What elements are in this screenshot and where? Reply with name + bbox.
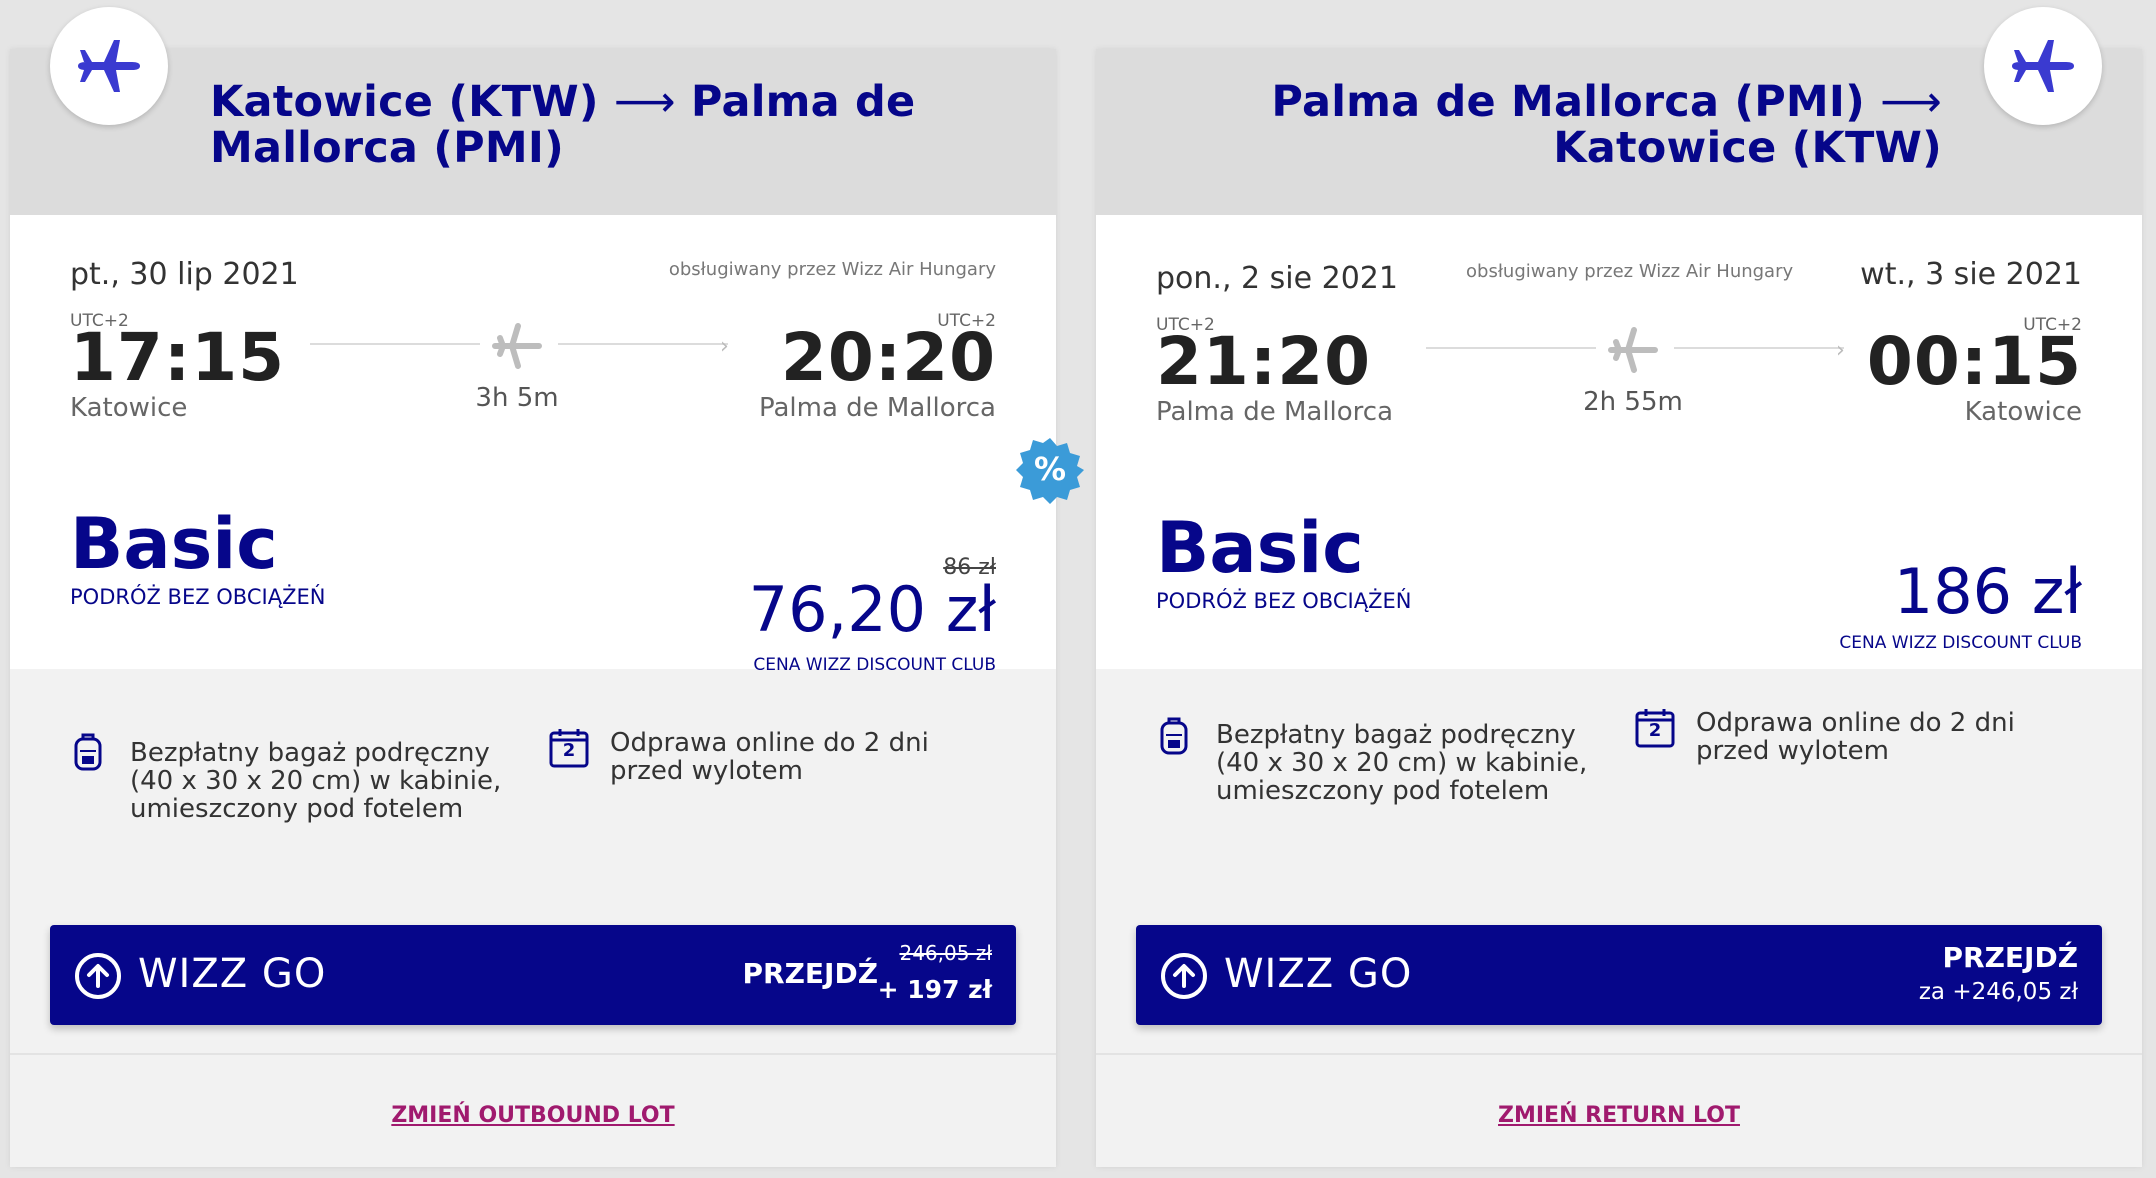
wizz-go-label: WIZZ GO — [138, 951, 327, 997]
route-origin: Katowice (KTW) — [210, 77, 599, 127]
wizz-go-old-price: 246,05 zł — [899, 941, 992, 965]
operated-by: obsługiwany przez Wizz Air Hungary — [1466, 261, 1794, 282]
return-route-title: Palma de Mallorca (PMI) ⟶ Katowice (KTW) — [1122, 79, 1942, 171]
fare-subtitle: PODRÓŻ BEZ OBCIĄŻEŃ — [70, 585, 326, 609]
fare-subtitle: PODRÓŻ BEZ OBCIĄŻEŃ — [1156, 589, 1412, 613]
discount-symbol: % — [1033, 450, 1067, 488]
outbound-route-title: Katowice (KTW) ⟶ Palma de Mallorca (PMI) — [210, 79, 1030, 171]
wizz-go-button[interactable]: WIZZ GO PRZEJDŹ za +246,05 zł — [1136, 925, 2102, 1025]
departure-time: 21:20 — [1156, 323, 1372, 400]
arrival-city: Katowice — [1964, 397, 2082, 427]
return-times: pon., 2 sie 2021 obsługiwany przez Wizz … — [1096, 215, 2142, 463]
change-outbound-link[interactable]: ZMIEŃ OUTBOUND LOT — [10, 1103, 1056, 1128]
price-subtitle: CENA WIZZ DISCOUNT CLUB — [1839, 633, 2082, 653]
fare-price: 76,20 zł — [748, 573, 996, 646]
calendar-icon: 2 — [548, 727, 590, 773]
route-destination: Katowice (KTW) — [1553, 123, 1942, 173]
route-origin: Palma de Mallorca (PMI) — [1271, 77, 1865, 127]
operated-by: obsługiwany przez Wizz Air Hungary — [668, 259, 996, 280]
timeline-right — [558, 343, 728, 345]
timeline-right — [1674, 347, 1844, 349]
arrival-time: 00:15 — [1866, 323, 2082, 400]
calendar-icon: 2 — [1634, 707, 1676, 753]
plane-icon — [1608, 327, 1658, 377]
online-checkin-perk: Odprawa online do 2 dni przed wylotem — [610, 728, 929, 786]
departure-date: pt., 30 lip 2021 — [70, 257, 299, 292]
arrow-up-circle-icon — [74, 952, 122, 1004]
return-fare: Basic PODRÓŻ BEZ OBCIĄŻEŃ 186 zł CENA WI… — [1096, 461, 2142, 669]
departure-city: Palma de Mallorca — [1156, 397, 1394, 427]
cabin-bag-perk: Bezpłatny bagaż podręczny (40 x 30 x 20 … — [130, 738, 502, 824]
arrival-city: Palma de Mallorca — [758, 393, 996, 423]
calendar-day: 2 — [1648, 720, 1662, 741]
fare-price: 186 zł — [1893, 555, 2082, 628]
backpack-icon — [72, 731, 104, 777]
timeline-left — [310, 343, 480, 345]
route-arrow: ⟶ — [613, 77, 676, 127]
arrow-up-circle-icon — [1160, 952, 1208, 1004]
chevron-right-icon: › — [720, 334, 729, 359]
online-checkin-perk: Odprawa online do 2 dni przed wylotem — [1696, 708, 2015, 766]
departure-date: pon., 2 sie 2021 — [1156, 261, 1398, 296]
plane-icon — [492, 323, 542, 373]
wizz-go-price: + 197 zł — [877, 975, 992, 1004]
discount-badge-icon: % — [1016, 436, 1084, 508]
chevron-right-icon: › — [1836, 338, 1845, 363]
outbound-fare: Basic PODRÓŻ BEZ OBCIĄŻEŃ 86 zł 76,20 zł… — [10, 461, 1056, 675]
route-arrow: ⟶ — [1880, 77, 1942, 127]
arrival-time: 20:20 — [780, 319, 996, 396]
price-subtitle: CENA WIZZ DISCOUNT CLUB — [753, 655, 996, 675]
outbound-flight-card: Katowice (KTW) ⟶ Palma de Mallorca (PMI)… — [10, 7, 1056, 1167]
wizz-go-label: WIZZ GO — [1224, 951, 1413, 997]
divider — [1096, 1053, 2142, 1055]
timeline-left — [1426, 347, 1596, 349]
arrival-date: wt., 3 sie 2021 — [1860, 257, 2082, 292]
flight-duration: 3h 5m — [475, 383, 559, 413]
wizz-go-price: za +246,05 zł — [1918, 979, 2078, 1005]
cabin-bag-perk: Bezpłatny bagaż podręczny (40 x 30 x 20 … — [1216, 720, 1588, 806]
flight-duration: 2h 55m — [1583, 387, 1683, 417]
fare-name: Basic — [1156, 507, 1364, 589]
wizz-go-action: PRZEJDŹ — [1942, 941, 2078, 974]
wizz-go-action: PRZEJDŹ — [742, 957, 878, 990]
change-return-link[interactable]: ZMIEŃ RETURN LOT — [1096, 1103, 2142, 1128]
wizz-go-button[interactable]: WIZZ GO PRZEJDŹ 246,05 zł + 197 zł — [50, 925, 1016, 1025]
divider — [10, 1053, 1056, 1055]
departure-city: Katowice — [70, 393, 188, 423]
fare-name: Basic — [70, 503, 278, 585]
airplane-badge-icon — [50, 7, 168, 125]
outbound-times: pt., 30 lip 2021 obsługiwany przez Wizz … — [10, 215, 1056, 463]
backpack-icon — [1158, 715, 1190, 761]
calendar-day: 2 — [562, 740, 576, 761]
return-flight-card: Palma de Mallorca (PMI) ⟶ Katowice (KTW)… — [1096, 7, 2142, 1167]
airplane-badge-icon — [1984, 7, 2102, 125]
departure-time: 17:15 — [70, 319, 286, 396]
